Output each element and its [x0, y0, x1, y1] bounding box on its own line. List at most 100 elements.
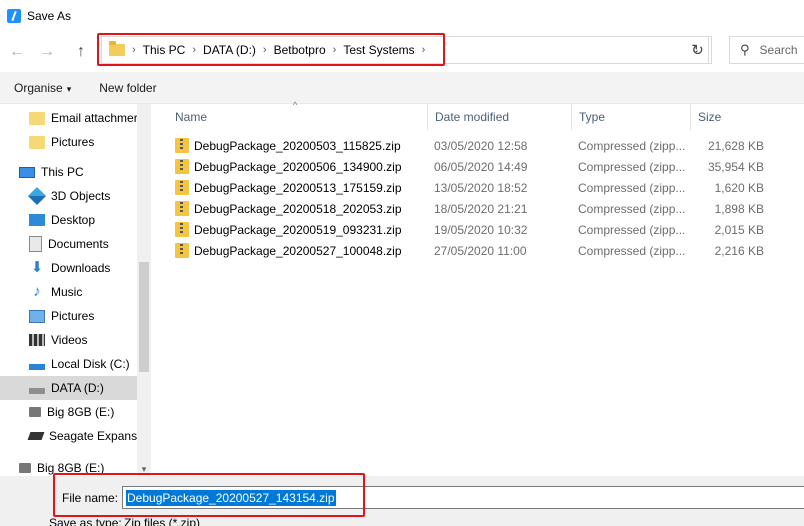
- sidebar-item-data-d[interactable]: DATA (D:): [0, 376, 140, 400]
- sidebar-item-email-attachments[interactable]: Email attachmer: [0, 106, 140, 130]
- sidebar-item-desktop[interactable]: Desktop: [0, 208, 140, 232]
- file-list: ^ Name Date modified Type Size DebugPack…: [151, 100, 804, 476]
- music-note-icon: ♪: [33, 283, 41, 300]
- sidebar-scrollbar[interactable]: ▾: [137, 104, 151, 476]
- file-date: 18/05/2020 21:21: [434, 201, 528, 216]
- sidebar-item-videos[interactable]: Videos: [0, 328, 140, 352]
- file-size: 21,628 KB: [707, 138, 764, 153]
- file-name-input[interactable]: DebugPackage_20200527_143154.zip: [122, 486, 804, 509]
- drive-icon: [29, 388, 45, 394]
- column-header-name[interactable]: Name: [167, 104, 425, 130]
- file-row[interactable]: DebugPackage_20200519_093231.zip 19/05/2…: [151, 219, 804, 240]
- command-toolbar: Organise ▾ New folder: [0, 72, 804, 104]
- title-bar: Save As: [0, 0, 804, 32]
- sidebar-item-label: Seagate Expansio: [49, 429, 140, 443]
- file-type: Compressed (zipp...: [578, 201, 686, 216]
- file-size: 2,015 KB: [714, 222, 764, 237]
- breadcrumb-this-pc[interactable]: This PC: [143, 43, 186, 57]
- save-as-type-label: Save as type:: [49, 516, 122, 526]
- app-icon: [7, 9, 21, 23]
- cube-icon: [27, 186, 47, 206]
- file-row[interactable]: DebugPackage_20200513_175159.zip 13/05/2…: [151, 177, 804, 198]
- folder-icon: [109, 41, 125, 56]
- breadcrumb-betbotpro[interactable]: Betbotpro: [274, 43, 326, 57]
- sidebar-item-seagate[interactable]: Seagate Expansio: [0, 424, 140, 448]
- sidebar-item-label: Big 8GB (E:): [47, 405, 115, 419]
- organise-button[interactable]: Organise ▾: [14, 81, 71, 95]
- file-type: Compressed (zipp...: [578, 159, 686, 174]
- sidebar-item-label: Desktop: [51, 213, 96, 227]
- column-header-size[interactable]: Size: [690, 104, 800, 130]
- file-name-selected-text: DebugPackage_20200527_143154.zip: [126, 489, 336, 506]
- file-type: Compressed (zipp...: [578, 180, 686, 195]
- zip-file-icon: [175, 222, 189, 237]
- sidebar-item-3d-objects[interactable]: 3D Objects: [0, 184, 140, 208]
- file-name-label: File name:: [62, 491, 119, 505]
- file-date: 03/05/2020 12:58: [434, 138, 528, 153]
- new-folder-button[interactable]: New folder: [99, 81, 156, 95]
- sidebar-item-label: Local Disk (C:): [51, 357, 130, 371]
- sidebar-item-label: This PC: [41, 165, 84, 179]
- breadcrumb-data-drive[interactable]: DATA (D:): [203, 43, 256, 57]
- sidebar-item-label: DATA (D:): [51, 381, 104, 395]
- breadcrumb-chevron-icon[interactable]: ›: [192, 44, 196, 56]
- caret-down-icon: ▾: [66, 83, 72, 94]
- file-size: 1,898 KB: [714, 201, 764, 216]
- sidebar-item-label: Music: [51, 285, 83, 299]
- sidebar-item-big-8gb[interactable]: Big 8GB (E:): [0, 400, 140, 424]
- zip-file-icon: [175, 180, 189, 195]
- film-icon: [29, 334, 45, 346]
- usb-drive-icon: [29, 407, 41, 417]
- file-name: DebugPackage_20200527_100048.zip: [194, 243, 402, 258]
- sidebar-item-label: Videos: [51, 333, 88, 347]
- column-header-type[interactable]: Type: [571, 104, 689, 130]
- zip-file-icon: [175, 159, 189, 174]
- file-name: DebugPackage_20200506_134900.zip: [194, 159, 402, 174]
- file-size: 2,216 KB: [714, 243, 764, 258]
- back-arrow-icon[interactable]: ←: [6, 41, 28, 63]
- forward-arrow-icon[interactable]: →: [36, 41, 58, 63]
- organise-label: Organise: [14, 80, 63, 95]
- file-row[interactable]: DebugPackage_20200506_134900.zip 06/05/2…: [151, 156, 804, 177]
- breadcrumb-chevron-icon[interactable]: ›: [263, 44, 267, 56]
- sidebar-item-this-pc[interactable]: This PC: [0, 160, 140, 184]
- computer-icon: [19, 166, 35, 178]
- file-name: DebugPackage_20200518_202053.zip: [194, 201, 402, 216]
- search-input[interactable]: ⚲ Search: [729, 36, 804, 64]
- file-date: 27/05/2020 11:00: [434, 243, 527, 258]
- save-options-panel: File name: DebugPackage_20200527_143154.…: [0, 473, 804, 526]
- desktop-icon: [29, 214, 45, 226]
- file-name: DebugPackage_20200519_093231.zip: [194, 222, 402, 237]
- sidebar-item-downloads[interactable]: ⬇ Downloads: [0, 256, 140, 280]
- save-as-type-select[interactable]: Zip files (*.zip): [124, 516, 200, 526]
- sidebar-item-pictures-quick[interactable]: Pictures: [0, 130, 140, 154]
- breadcrumb-chevron-icon: ›: [132, 44, 136, 56]
- file-row[interactable]: DebugPackage_20200503_115825.zip 03/05/2…: [151, 135, 804, 156]
- file-row[interactable]: DebugPackage_20200518_202053.zip 18/05/2…: [151, 198, 804, 219]
- refresh-icon[interactable]: ↻: [684, 36, 712, 64]
- sidebar-item-label: Email attachmer: [51, 111, 138, 125]
- pictures-icon: [29, 309, 45, 323]
- scroll-down-arrow-icon[interactable]: ▾: [139, 464, 149, 474]
- up-arrow-icon[interactable]: ↑: [70, 41, 92, 63]
- file-date: 06/05/2020 14:49: [434, 159, 528, 174]
- sidebar-item-pictures[interactable]: Pictures: [0, 304, 140, 328]
- sidebar-item-music[interactable]: ♪ Music: [0, 280, 140, 304]
- file-size: 1,620 KB: [714, 180, 764, 195]
- file-name: DebugPackage_20200503_115825.zip: [194, 138, 401, 153]
- breadcrumb-test-systems[interactable]: Test Systems: [343, 43, 414, 57]
- address-bar[interactable]: › This PC › DATA (D:) › Betbotpro › Test…: [101, 36, 709, 64]
- scrollbar-thumb[interactable]: [139, 262, 149, 372]
- sidebar-item-documents[interactable]: Documents: [0, 232, 140, 256]
- breadcrumb-chevron-icon[interactable]: ›: [333, 44, 337, 56]
- breadcrumb-chevron-icon[interactable]: ›: [422, 44, 426, 56]
- external-drive-icon: [27, 432, 45, 440]
- sidebar-item-label: Downloads: [51, 261, 111, 275]
- sidebar-item-big-8gb-root[interactable]: Big 8GB (E:): [0, 456, 140, 476]
- window-title: Save As: [27, 9, 72, 23]
- column-header-date[interactable]: Date modified: [427, 104, 571, 130]
- sidebar-item-label: Big 8GB (E:): [37, 461, 105, 475]
- zip-file-icon: [175, 201, 189, 216]
- sidebar-item-local-disk-c[interactable]: Local Disk (C:): [0, 352, 140, 376]
- file-row[interactable]: DebugPackage_20200527_100048.zip 27/05/2…: [151, 240, 804, 261]
